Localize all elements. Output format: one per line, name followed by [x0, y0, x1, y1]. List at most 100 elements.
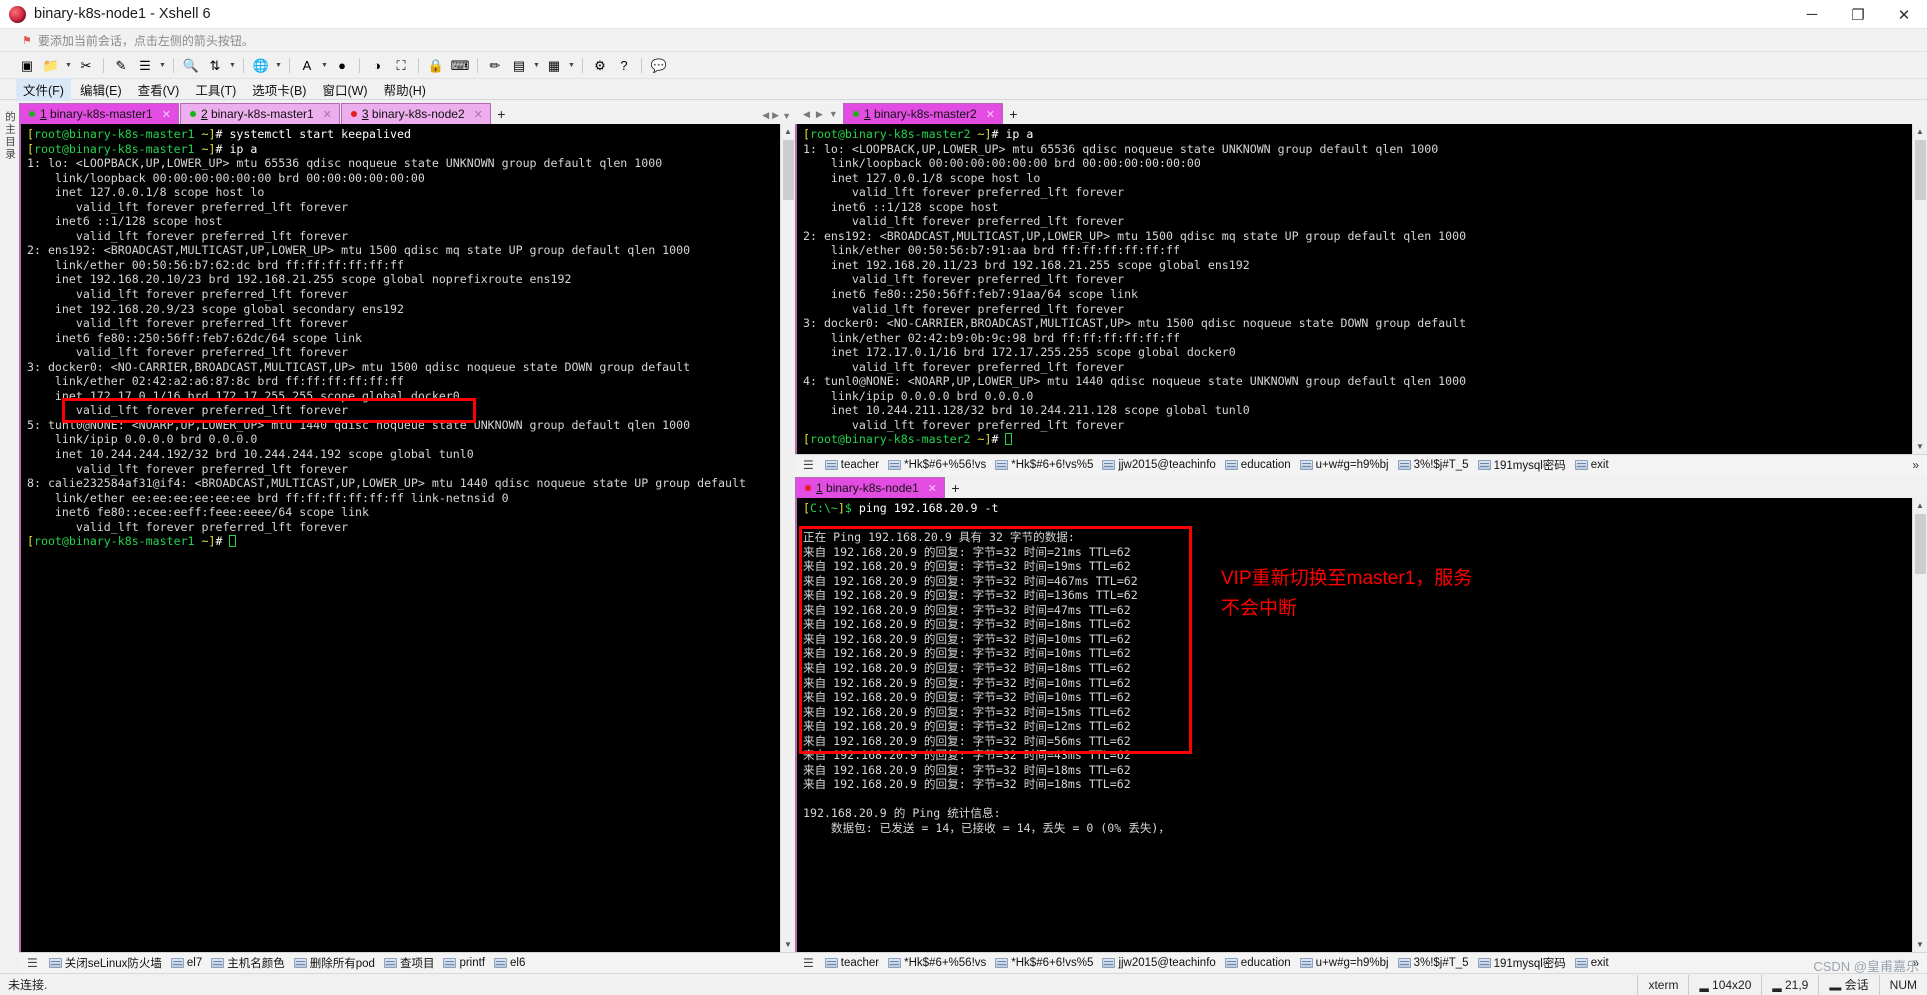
left-terminal-scrollbar[interactable]: ▲ ▼ — [780, 124, 795, 952]
menu-item-编辑e[interactable]: 编辑(E) — [73, 78, 129, 101]
quick-command-jjw2015@teachinfo[interactable]: jjw2015@teachinfo — [1102, 957, 1216, 969]
global-tunnel-dropdown-caret-icon[interactable]: ▼ — [274, 55, 283, 76]
layout-dropdown-caret-icon[interactable]: ▼ — [567, 55, 576, 76]
quick-command-teacher[interactable]: teacher — [824, 957, 879, 969]
close-button[interactable]: ✕ — [1881, 0, 1927, 29]
open-folder-dropdown-caret-icon[interactable]: ▼ — [64, 55, 73, 76]
tab-binary-k8s-node2[interactable]: 3 binary-k8s-node2 ✕ — [340, 103, 491, 124]
tab-menu-icon[interactable]: ▼ — [782, 111, 791, 121]
tab-close-icon[interactable]: ✕ — [323, 108, 332, 121]
tab-prev-icon[interactable]: ◀ — [803, 109, 810, 120]
menu-item-选项卡b[interactable]: 选项卡(B) — [245, 78, 313, 101]
new-tab-button[interactable]: + — [1003, 103, 1023, 124]
tab-close-icon[interactable]: ✕ — [162, 108, 171, 121]
scroll-up-arrow[interactable]: ▲ — [784, 124, 792, 139]
menu-item-查看v[interactable]: 查看(V) — [131, 78, 187, 101]
right-top-terminal[interactable]: [root@binary-k8s-master2 ~]# ip a 1: lo:… — [795, 124, 1927, 454]
quick-command-menu-icon[interactable]: ☰ — [803, 458, 814, 472]
compose-icon[interactable]: ▤ — [508, 55, 530, 76]
quick-command-u+w#g=h9%bj[interactable]: u+w#g=h9%bj — [1299, 459, 1389, 471]
right-top-terminal-scrollbar[interactable]: ▲ ▼ — [1912, 124, 1927, 454]
quick-command-menu-icon[interactable]: ☰ — [803, 956, 814, 970]
quick-command-删除所有pod[interactable]: 删除所有pod — [293, 955, 375, 971]
font-size-icon[interactable]: A — [296, 55, 318, 76]
xftp-icon[interactable]: ◑ — [366, 55, 388, 76]
scroll-down-arrow[interactable]: ▼ — [1916, 937, 1924, 952]
scrollbar-thumb[interactable] — [1914, 140, 1926, 200]
quick-command-u+w#g=h9%bj[interactable]: u+w#g=h9%bj — [1299, 957, 1389, 969]
menu-item-帮助h[interactable]: 帮助(H) — [377, 78, 433, 101]
tab-next-icon[interactable]: ▶ — [816, 109, 823, 120]
quick-command-teacher[interactable]: teacher — [824, 459, 879, 471]
fullscreen-icon[interactable]: ⛶ — [390, 55, 412, 76]
transfer-file-icon[interactable]: ⇅ — [204, 55, 226, 76]
right-bottom-terminal-scrollbar[interactable]: ▲ ▼ — [1912, 498, 1927, 952]
compose-dropdown-caret-icon[interactable]: ▼ — [532, 55, 541, 76]
new-tab-button[interactable]: + — [491, 103, 511, 124]
tab-close-icon[interactable]: ✕ — [474, 108, 483, 121]
lock-icon[interactable]: 🔒 — [425, 55, 447, 76]
quick-command-*Hk$#6+%56!vs[interactable]: *Hk$#6+%56!vs — [888, 957, 986, 969]
quick-command-*Hk$#6+%56!vs[interactable]: *Hk$#6+%56!vs — [888, 459, 986, 471]
find-icon[interactable]: 🔍 — [180, 55, 202, 76]
font-size-dropdown-caret-icon[interactable]: ▼ — [320, 55, 329, 76]
xshell-icon[interactable]: ● — [331, 55, 353, 76]
highlight-pen-icon[interactable]: ✏ — [484, 55, 506, 76]
tab-close-icon[interactable]: ✕ — [928, 482, 937, 495]
right-bottom-terminal[interactable]: [C:\~]$ ping 192.168.20.9 -t 正在 Ping 192… — [795, 498, 1927, 952]
minimize-button[interactable]: ─ — [1789, 0, 1835, 29]
quick-command-191mysql密码[interactable]: 191mysql密码 — [1477, 955, 1566, 971]
quick-command-3%!$j#T_5[interactable]: 3%!$j#T_5 — [1397, 459, 1469, 471]
quick-command-education[interactable]: education — [1224, 957, 1291, 969]
tab-next-icon[interactable]: ▶ — [772, 110, 779, 121]
quick-command-主机名颜色[interactable]: 主机名颜色 — [211, 955, 285, 971]
quick-command-exit[interactable]: exit — [1574, 459, 1609, 471]
quick-command-printf[interactable]: printf — [443, 957, 485, 969]
tab-binary-k8s-master1[interactable]: 2 binary-k8s-master1 ✕ — [179, 103, 340, 124]
tab-binary-k8s-master1[interactable]: 1 binary-k8s-master1 ✕ — [19, 103, 179, 124]
new-session-icon[interactable]: ▣ — [16, 55, 38, 76]
scroll-down-arrow[interactable]: ▼ — [1916, 439, 1924, 454]
quick-command-jjw2015@teachinfo[interactable]: jjw2015@teachinfo — [1102, 459, 1216, 471]
quick-command-查项目[interactable]: 查项目 — [383, 955, 434, 971]
log-session-dropdown-caret-icon[interactable]: ▼ — [158, 55, 167, 76]
open-folder-icon[interactable]: 📁 — [40, 55, 62, 76]
menu-item-窗口w[interactable]: 窗口(W) — [315, 78, 374, 101]
new-tab-button[interactable]: + — [945, 477, 965, 498]
quick-command-menu-icon[interactable]: ☰ — [27, 956, 38, 970]
menu-item-工具t[interactable]: 工具(T) — [188, 78, 243, 101]
quick-command-*Hk$#6+6!vs%5[interactable]: *Hk$#6+6!vs%5 — [995, 459, 1093, 471]
scroll-down-arrow[interactable]: ▼ — [784, 937, 792, 952]
tab-menu-icon[interactable]: ▼ — [829, 109, 838, 120]
help-icon[interactable]: ? — [613, 55, 635, 76]
quick-command-3%!$j#T_5[interactable]: 3%!$j#T_5 — [1397, 957, 1469, 969]
scroll-up-arrow[interactable]: ▲ — [1916, 498, 1924, 513]
keyboard-icon[interactable]: ⌨ — [449, 55, 471, 76]
paste-session-icon[interactable]: ✎ — [110, 55, 132, 76]
quick-command-关闭seLinux防火墙[interactable]: 关闭seLinux防火墙 — [48, 955, 162, 971]
quick-command-el6[interactable]: el6 — [494, 957, 525, 969]
quick-command-*Hk$#6+6!vs%5[interactable]: *Hk$#6+6!vs%5 — [995, 957, 1093, 969]
quick-command-exit[interactable]: exit — [1574, 957, 1609, 969]
scrollbar-thumb[interactable] — [782, 140, 794, 200]
log-session-icon[interactable]: ☰ — [134, 55, 156, 76]
chat-icon[interactable]: 💬 — [648, 55, 670, 76]
copy-session-icon[interactable]: ✂ — [75, 55, 97, 76]
quick-command-el7[interactable]: el7 — [170, 957, 202, 969]
scroll-up-arrow[interactable]: ▲ — [1916, 124, 1924, 139]
left-terminal[interactable]: [root@binary-k8s-master1 ~]# systemctl s… — [19, 124, 795, 952]
maximize-button[interactable]: ❐ — [1835, 0, 1881, 29]
tab-binary-k8s-master2[interactable]: 1 binary-k8s-master2 ✕ — [843, 103, 1003, 124]
tab-close-icon[interactable]: ✕ — [986, 108, 995, 121]
quick-command-191mysql密码[interactable]: 191mysql密码 — [1477, 457, 1566, 473]
session-manager-strip[interactable]: 的主目录 — [0, 101, 19, 973]
scrollbar-thumb[interactable] — [1914, 514, 1926, 574]
transfer-file-dropdown-caret-icon[interactable]: ▼ — [228, 55, 237, 76]
settings-icon[interactable]: ⚙ — [589, 55, 611, 76]
tab-prev-icon[interactable]: ◀ — [762, 110, 769, 121]
quick-command-education[interactable]: education — [1224, 459, 1291, 471]
menu-item-文件f[interactable]: 文件(F) — [16, 77, 71, 101]
global-tunnel-icon[interactable]: 🌐 — [250, 55, 272, 76]
quick-command-overflow-icon[interactable]: » — [1912, 458, 1923, 472]
layout-icon[interactable]: ▦ — [543, 55, 565, 76]
